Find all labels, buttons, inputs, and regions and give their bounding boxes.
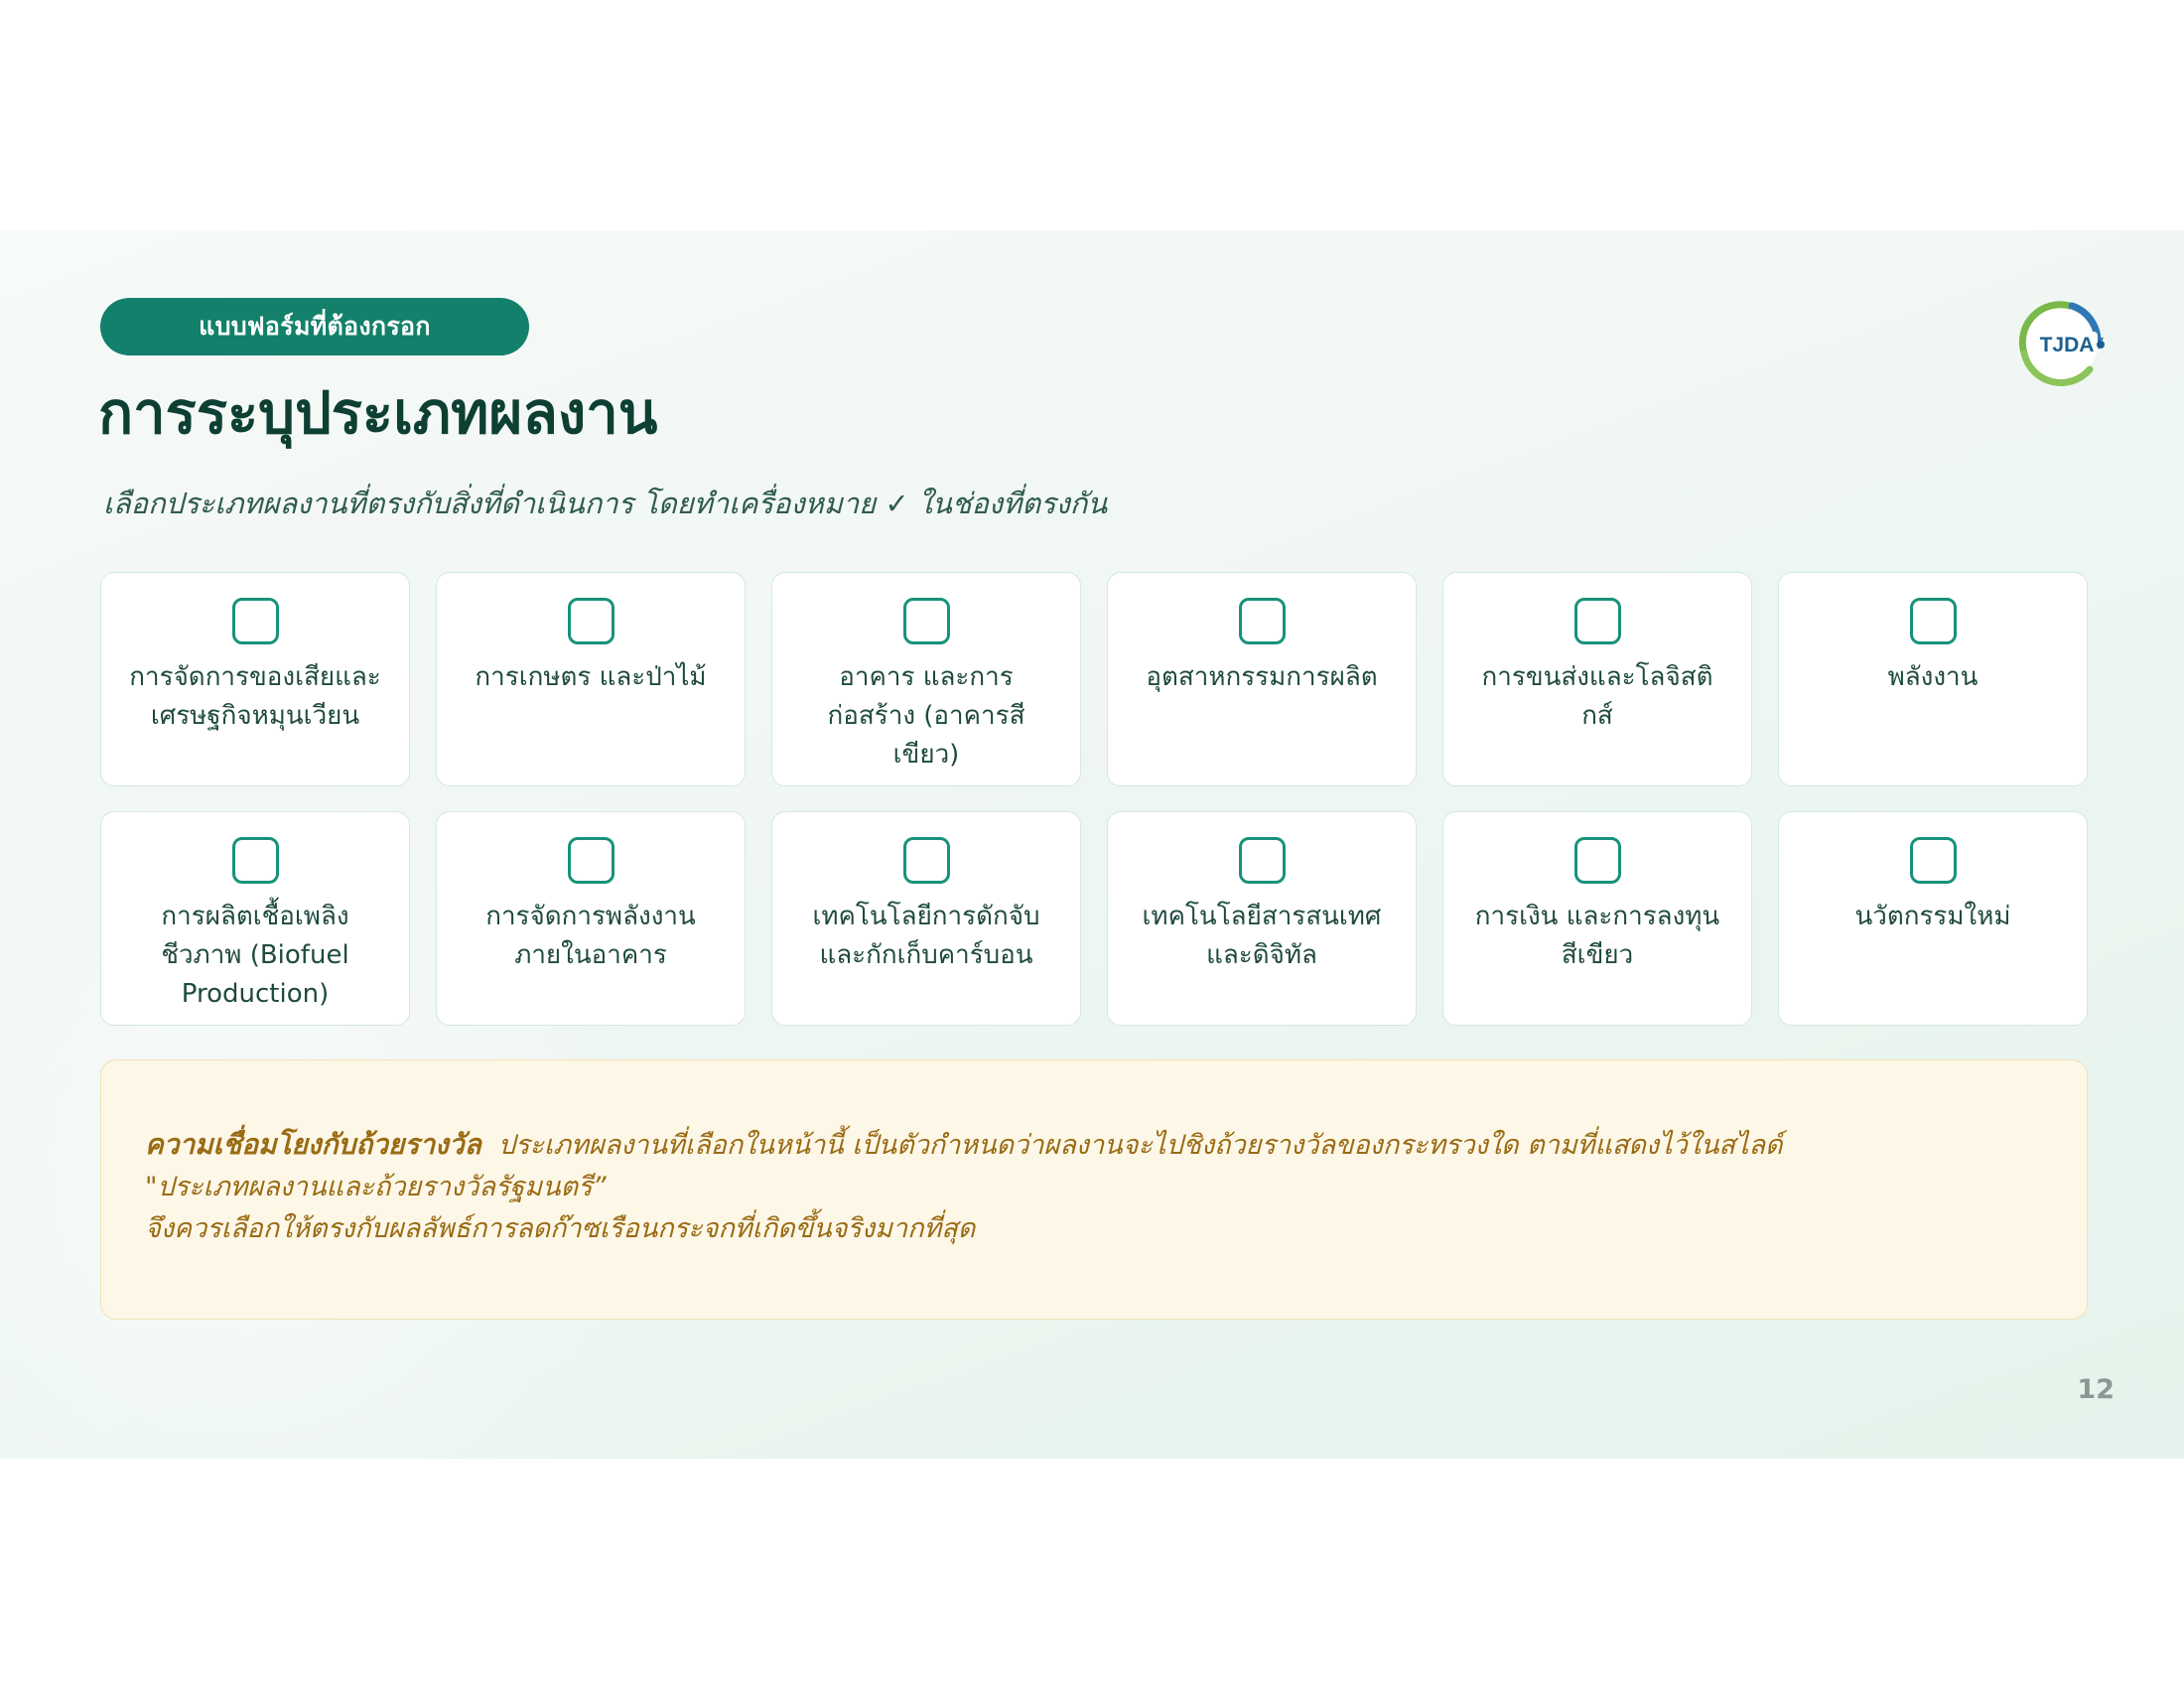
category-label: การขนส่งและโลจิสติกส์ bbox=[1481, 662, 1713, 731]
category-card[interactable]: เทคโนโลยีการดักจับและกักเก็บคาร์บอน bbox=[771, 811, 1081, 1026]
category-label: การเกษตร และป่าไม้ bbox=[475, 662, 707, 692]
category-label: การเงิน และการลงทุนสีเขียว bbox=[1474, 902, 1720, 970]
page-subtitle: เลือกประเภทผลงานที่ตรงกับสิ่งที่ดำเนินกา… bbox=[103, 487, 1108, 520]
form-badge: แบบฟอร์มที่ต้องกรอก bbox=[100, 298, 529, 355]
category-checkbox[interactable] bbox=[567, 598, 614, 644]
category-checkbox[interactable] bbox=[567, 837, 614, 884]
category-label: นวัตกรรมใหม่ bbox=[1854, 902, 2011, 931]
category-label: การผลิตเชื้อเพลิงชีวภาพ (Biofuel Product… bbox=[161, 902, 349, 1009]
note-heading: ความเชื่อมโยงกับถ้วยรางวัล bbox=[145, 1128, 481, 1161]
category-checkbox[interactable] bbox=[902, 598, 950, 644]
category-card[interactable]: เทคโนโลยีสารสนเทศและดิจิทัล bbox=[1107, 811, 1417, 1026]
category-checkbox[interactable] bbox=[1238, 837, 1286, 884]
logo-text: TJDA bbox=[2040, 334, 2095, 356]
category-card[interactable]: การเกษตร และป่าไม้ bbox=[436, 572, 746, 786]
note-line-1: ความเชื่อมโยงกับถ้วยรางวัล ประเภทผลงานที… bbox=[145, 1124, 2043, 1167]
category-card[interactable]: การขนส่งและโลจิสติกส์ bbox=[1442, 572, 1752, 786]
category-checkbox[interactable] bbox=[1573, 837, 1621, 884]
category-checkbox[interactable] bbox=[1238, 598, 1286, 644]
page-number: 12 bbox=[2077, 1374, 2115, 1405]
note-line-3: จึงควรเลือกให้ตรงกับผลลัพธ์การลดก๊าซเรือ… bbox=[145, 1213, 976, 1244]
tjda-logo: TJDA bbox=[2018, 301, 2105, 386]
category-checkbox[interactable] bbox=[231, 598, 279, 644]
category-card[interactable]: การจัดการของเสียและเศรษฐกิจหมุนเวียน bbox=[100, 572, 410, 786]
award-link-note: ความเชื่อมโยงกับถ้วยรางวัล ประเภทผลงานที… bbox=[100, 1059, 2088, 1320]
category-checkbox[interactable] bbox=[231, 837, 279, 884]
category-checkbox[interactable] bbox=[1573, 598, 1621, 644]
category-label: อุตสาหกรรมการผลิต bbox=[1146, 662, 1378, 692]
category-card[interactable]: อาคาร และการก่อสร้าง (อาคารสีเขียว) bbox=[771, 572, 1081, 786]
category-label: อาคาร และการก่อสร้าง (อาคารสีเขียว) bbox=[827, 662, 1025, 770]
category-label: การจัดการของเสียและเศรษฐกิจหมุนเวียน bbox=[129, 662, 381, 731]
category-card[interactable]: อุตสาหกรรมการผลิต bbox=[1107, 572, 1417, 786]
page-title: การระบุประเภทผลงาน bbox=[98, 379, 658, 447]
category-checkbox[interactable] bbox=[1909, 598, 1957, 644]
slide: แบบฟอร์มที่ต้องกรอก TJDA การระบุประเภทผล… bbox=[0, 230, 2184, 1459]
category-label: พลังงาน bbox=[1887, 662, 1979, 692]
category-checkbox[interactable] bbox=[1909, 837, 1957, 884]
category-label: การจัดการพลังงานภายในอาคาร bbox=[485, 902, 696, 970]
category-card[interactable]: การจัดการพลังงานภายในอาคาร bbox=[436, 811, 746, 1026]
category-label: เทคโนโลยีสารสนเทศและดิจิทัล bbox=[1142, 902, 1382, 970]
note-text-1: ประเภทผลงานที่เลือกในหน้านี้ เป็นตัวกำหน… bbox=[497, 1130, 1783, 1161]
category-checkbox[interactable] bbox=[902, 837, 950, 884]
note-line-2: "ประเภทผลงานและถ้วยรางวัลรัฐมนตรี” bbox=[145, 1172, 607, 1202]
category-card[interactable]: นวัตกรรมใหม่ bbox=[1778, 811, 2088, 1026]
category-card[interactable]: พลังงาน bbox=[1778, 572, 2088, 786]
category-card[interactable]: การเงิน และการลงทุนสีเขียว bbox=[1442, 811, 1752, 1026]
category-grid: การจัดการของเสียและเศรษฐกิจหมุนเวียนการเ… bbox=[100, 572, 2088, 1026]
category-card[interactable]: การผลิตเชื้อเพลิงชีวภาพ (Biofuel Product… bbox=[100, 811, 410, 1026]
category-label: เทคโนโลยีการดักจับและกักเก็บคาร์บอน bbox=[812, 902, 1040, 970]
